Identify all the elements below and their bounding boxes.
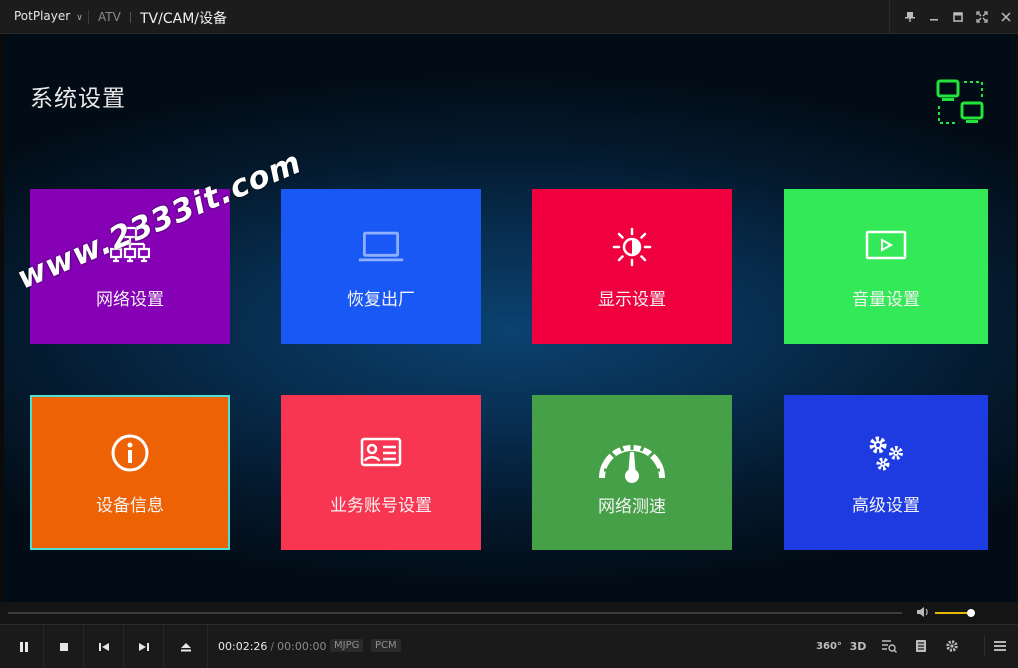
seek-bar[interactable] xyxy=(8,612,902,614)
divider xyxy=(88,10,89,24)
eject-icon xyxy=(180,642,191,651)
divider xyxy=(130,12,131,23)
vr-360-button[interactable]: 360° xyxy=(816,635,842,657)
volume-icon[interactable] xyxy=(916,606,930,621)
tile-volume-settings[interactable]: 音量设置 xyxy=(784,189,988,344)
next-button[interactable] xyxy=(124,625,164,668)
stop-button[interactable] xyxy=(44,625,84,668)
tile-label: 网络设置 xyxy=(96,290,164,310)
previous-button[interactable] xyxy=(84,625,124,668)
id-card-icon xyxy=(357,429,405,477)
maximize-icon[interactable] xyxy=(946,5,970,29)
tab-atv[interactable]: ATV xyxy=(98,10,121,24)
time-display: 00:02:26/00:00:00 xyxy=(218,640,327,653)
stop-icon xyxy=(59,642,68,651)
gear-icon xyxy=(946,640,958,652)
tile-device-info[interactable]: 设备信息 xyxy=(30,395,230,550)
list-icon xyxy=(916,640,926,652)
time-separator: / xyxy=(270,640,275,653)
info-icon xyxy=(106,429,154,477)
tile-network-settings[interactable]: 网络设置 xyxy=(30,189,230,344)
volume-slider[interactable] xyxy=(935,609,975,617)
settings-button[interactable] xyxy=(941,635,963,657)
minimize-icon[interactable] xyxy=(922,5,946,29)
volume-handle[interactable] xyxy=(967,609,975,617)
window-controls xyxy=(889,0,1018,34)
playlist-search-icon xyxy=(882,640,897,653)
gears-icon xyxy=(862,429,910,477)
pause-button[interactable] xyxy=(4,625,44,668)
tile-advanced-settings[interactable]: 高级设置 xyxy=(784,395,988,550)
title-bar: PotPlayer ∨ ATV TV/CAM/设备 xyxy=(0,0,1018,34)
video-screen[interactable]: 系统设置 网络设置 恢复出厂 显示设置 音量设置 设备信息 业务账号设置 网络测… xyxy=(4,34,1016,602)
tile-factory-reset[interactable]: 恢复出厂 xyxy=(281,189,481,344)
skip-next-icon xyxy=(138,642,149,651)
playlist-search-button[interactable] xyxy=(878,635,900,657)
network-icon xyxy=(106,223,154,271)
app-menu-button[interactable]: PotPlayer ∨ xyxy=(14,9,83,23)
eject-button[interactable] xyxy=(164,625,208,668)
page-title: 系统设置 xyxy=(30,86,126,112)
speedometer-icon xyxy=(594,428,670,488)
vr-360-label: 360° xyxy=(816,640,842,652)
tile-label: 显示设置 xyxy=(598,290,666,310)
current-time: 00:02:26 xyxy=(218,640,268,653)
total-time: 00:00:00 xyxy=(277,640,327,653)
skip-previous-icon xyxy=(98,642,109,651)
3d-label: 3D xyxy=(849,639,867,653)
app-name: PotPlayer xyxy=(14,9,71,23)
divider xyxy=(889,0,890,34)
tile-label: 高级设置 xyxy=(852,496,920,516)
pin-icon[interactable] xyxy=(898,5,922,29)
tile-label: 业务账号设置 xyxy=(330,496,432,516)
chapter-list-button[interactable] xyxy=(910,635,932,657)
audio-codec-badge: PCM xyxy=(371,639,401,652)
device-connection-icon xyxy=(936,79,984,124)
media-icon xyxy=(862,223,910,271)
tile-label: 恢复出厂 xyxy=(347,290,415,310)
menu-button[interactable] xyxy=(984,635,1015,657)
chevron-down-icon: ∨ xyxy=(76,13,83,23)
volume-level xyxy=(935,612,971,614)
video-codec-badge: MJPG xyxy=(330,639,364,652)
3d-button[interactable]: 3D xyxy=(847,635,869,657)
laptop-icon xyxy=(357,223,405,271)
seek-row xyxy=(0,602,1018,624)
tile-business-account-settings[interactable]: 业务账号设置 xyxy=(281,395,481,550)
tile-label: 设备信息 xyxy=(96,496,164,516)
control-bar: 00:02:26/00:00:00 MJPG PCM 360° 3D xyxy=(0,624,1018,668)
close-icon[interactable] xyxy=(994,5,1018,29)
tile-label: 音量设置 xyxy=(852,290,920,310)
fullscreen-icon[interactable] xyxy=(970,5,994,29)
tile-speed-test[interactable]: 网络测速 xyxy=(532,395,732,550)
brightness-icon xyxy=(608,223,656,271)
tab-tv-cam-device[interactable]: TV/CAM/设备 xyxy=(140,8,227,28)
pause-icon xyxy=(19,641,28,652)
tile-label: 网络测速 xyxy=(598,497,666,517)
hamburger-menu-icon xyxy=(994,641,1006,651)
tile-display-settings[interactable]: 显示设置 xyxy=(532,189,732,344)
